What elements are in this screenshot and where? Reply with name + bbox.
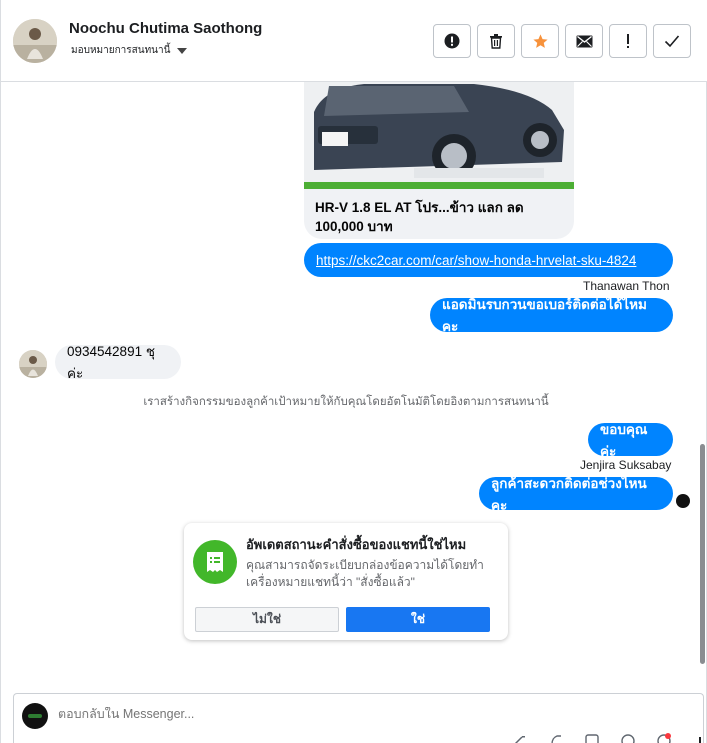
outgoing-message[interactable]: ลูกค้าสะดวกติดต่อช่วงไหนคะ	[479, 476, 673, 513]
exclamation-icon	[627, 34, 629, 48]
conversation-panel: Noochu Chutima Saothong มอบหมายการสนทนาน…	[0, 0, 707, 743]
yes-button[interactable]: ใช่	[346, 607, 490, 632]
contact-avatar[interactable]	[13, 19, 57, 63]
outgoing-link-message[interactable]: https://ckc2car.com/car/show-honda-hrvel…	[304, 243, 673, 277]
link-preview-card[interactable]: HR-V 1.8 EL AT โปร...ข้าว แลก ลด 100,000…	[304, 82, 574, 239]
sender-name: Thanawan Thon	[583, 279, 670, 293]
check-icon	[664, 35, 680, 48]
link-preview-title[interactable]: HR-V 1.8 EL AT โปร...ข้าว แลก ลด 100,000…	[315, 198, 565, 236]
conversation-header: Noochu Chutima Saothong มอบหมายการสนทนาน…	[1, 0, 707, 82]
more-options-icon[interactable]	[690, 732, 707, 743]
follow-up-button[interactable]	[609, 24, 647, 58]
order-receipt-icon	[193, 540, 237, 584]
payment-icon[interactable]	[654, 732, 674, 743]
alert-circle-icon	[444, 33, 460, 49]
attachment-icon[interactable]	[510, 732, 530, 743]
contact-name[interactable]: Noochu Chutima Saothong	[69, 20, 262, 37]
reply-composer	[13, 693, 704, 743]
spam-button[interactable]	[433, 24, 471, 58]
order-status-prompt: อัพเดตสถานะคำสั่งซื้อของแชทนี้ใช่ไหม คุณ…	[184, 523, 508, 640]
done-button[interactable]	[653, 24, 691, 58]
delete-button[interactable]	[477, 24, 515, 58]
star-button[interactable]	[521, 24, 559, 58]
scrollbar[interactable]	[699, 84, 705, 684]
car-thumbnail[interactable]	[304, 82, 574, 189]
outgoing-message[interactable]: แอดมินรบกวนขอเบอร์ติดต่อได้ไหมคะ	[430, 297, 673, 334]
assign-conversation-dropdown[interactable]: มอบหมายการสนทนานี้	[71, 43, 188, 58]
car-listing-link[interactable]: https://ckc2car.com/car/show-honda-hrvel…	[316, 253, 636, 268]
sender-name: Jenjira Suksabay	[580, 458, 672, 472]
trash-icon	[490, 34, 502, 49]
message-thread[interactable]: HR-V 1.8 EL AT โปร...ข้าว แลก ลด 100,000…	[1, 82, 707, 690]
message-text: 0934542891 ชุค่ะ	[67, 344, 155, 381]
image-icon[interactable]	[582, 732, 602, 743]
message-text: ลูกค้าสะดวกติดต่อช่วงไหนคะ	[491, 475, 647, 513]
message-text: แอดมินรบกวนขอเบอร์ติดต่อได้ไหมคะ	[442, 297, 647, 334]
incoming-message[interactable]: 0934542891 ชุค่ะ	[55, 344, 181, 381]
composer-tools	[510, 732, 707, 743]
no-button[interactable]: ไม่ใช่	[195, 607, 339, 632]
outgoing-message[interactable]: ขอบคุณค่ะ	[588, 422, 673, 459]
message-text: ขอบคุณค่ะ	[600, 421, 648, 459]
assign-label: มอบหมายการสนทนานี้	[71, 45, 171, 56]
seen-avatar-icon	[676, 494, 690, 508]
prompt-description: คุณสามารถจัดระเบียบกล่องข้อความได้โดยทำเ…	[246, 558, 484, 589]
tag-icon[interactable]	[546, 732, 566, 743]
email-button[interactable]	[565, 24, 603, 58]
prompt-title: อัพเดตสถานะคำสั่งซื้อของแชทนี้ใช่ไหม	[246, 537, 467, 552]
star-icon	[532, 33, 548, 48]
contact-avatar-small[interactable]	[19, 350, 47, 378]
emoji-icon[interactable]	[618, 732, 638, 743]
envelope-icon	[576, 35, 592, 47]
header-actions	[433, 24, 691, 58]
scrollbar-thumb[interactable]	[700, 444, 705, 664]
caret-down-icon	[177, 47, 188, 54]
reply-input[interactable]	[58, 707, 558, 721]
system-note: เราสร้างกิจกรรมของลูกค้าเป้าหมายให้กับคุ…	[143, 396, 549, 408]
page-avatar	[22, 703, 48, 729]
